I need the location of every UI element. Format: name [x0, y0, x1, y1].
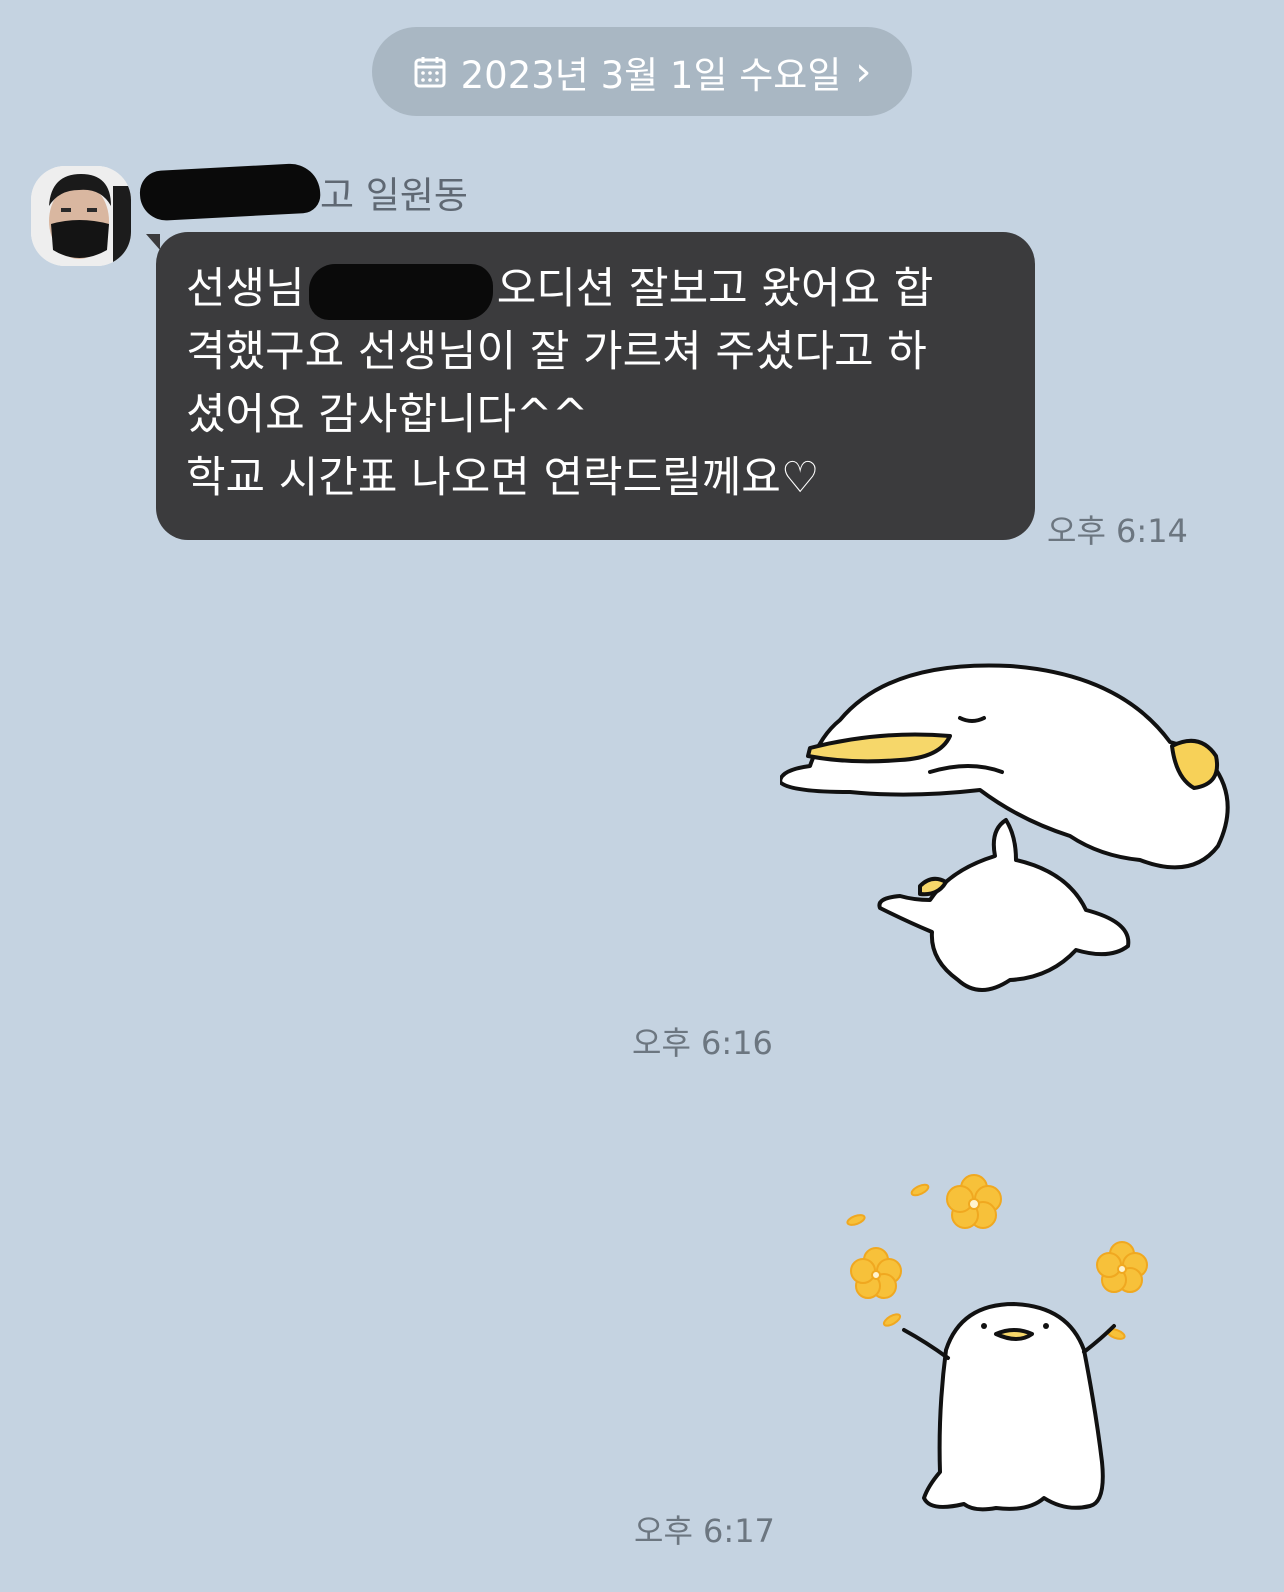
message-line-3: 셨어요 감사합니다^^ — [186, 390, 589, 440]
calendar-icon — [413, 55, 447, 89]
sender-name: 고 일원동 — [138, 162, 468, 222]
duck-and-rabbit-sticker[interactable] — [778, 660, 1250, 1020]
message-time: 오후 6:14 — [1047, 512, 1188, 550]
message-line-2: 격했구요 선생님이 잘 가르쳐 주셨다고 하 — [186, 327, 927, 377]
date-header-button[interactable]: 2023년 3월 1일 수요일 › — [372, 27, 912, 116]
sticker-time: 오후 6:16 — [632, 1024, 773, 1062]
chevron-right-icon: › — [855, 48, 872, 95]
redaction-mark — [138, 162, 322, 222]
message-line-1: 선생님 오디션 잘보고 왔어요 합 — [186, 258, 1007, 321]
message-bubble[interactable]: 선생님 오디션 잘보고 왔어요 합 격했구요 선생님이 잘 가르쳐 주셨다고 하 … — [156, 232, 1035, 540]
redaction-mark — [308, 263, 493, 320]
avatar[interactable] — [31, 166, 131, 266]
message-line-4: 학교 시간표 나오면 연락드릴께요♡ — [186, 453, 820, 503]
sticker-time: 오후 6:17 — [634, 1512, 775, 1550]
duck-with-flowers-sticker[interactable] — [846, 1172, 1176, 1532]
bubble-tail — [146, 234, 160, 250]
sender-name-text: 고 일원동 — [320, 174, 468, 217]
date-label: 2023년 3월 1일 수요일 — [460, 53, 842, 97]
